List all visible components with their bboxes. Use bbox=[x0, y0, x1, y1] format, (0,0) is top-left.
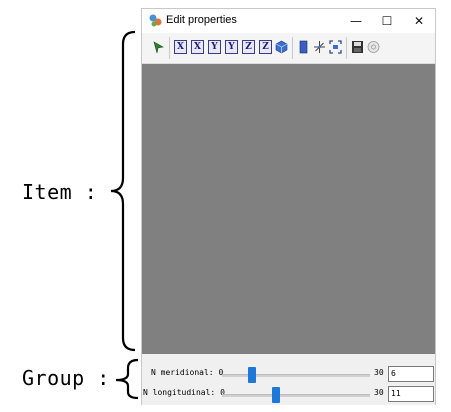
view-x-icon[interactable]: X bbox=[174, 40, 187, 54]
minimize-button[interactable]: — bbox=[340, 9, 372, 33]
view-minus-x-icon[interactable]: X bbox=[191, 40, 204, 54]
longitudinal-label: N longitudinal: 0 bbox=[143, 388, 225, 397]
group-annotation-label: Group : bbox=[22, 366, 110, 390]
view-minus-z-icon[interactable]: Z bbox=[259, 40, 272, 54]
axes-icon[interactable] bbox=[313, 40, 326, 54]
window-title: Edit properties bbox=[166, 14, 237, 26]
longitudinal-max: 30 bbox=[374, 388, 384, 397]
toolbar-separator bbox=[169, 37, 170, 59]
layers-icon[interactable] bbox=[297, 40, 310, 54]
fit-view-icon[interactable] bbox=[329, 40, 342, 54]
meridional-value-field[interactable]: 6 bbox=[388, 366, 434, 382]
longitudinal-row: N longitudinal: 0 30 11 bbox=[142, 386, 435, 404]
meridional-max: 30 bbox=[374, 368, 384, 377]
item-annotation-label: Item : bbox=[22, 180, 98, 204]
view-z-icon[interactable]: Z bbox=[242, 40, 255, 54]
save-icon[interactable] bbox=[351, 40, 364, 54]
isometric-cube-icon[interactable] bbox=[275, 40, 288, 54]
view-minus-y-icon[interactable]: Y bbox=[225, 40, 238, 54]
longitudinal-value-field[interactable]: 11 bbox=[388, 386, 434, 402]
meridional-label: N meridional: 0 bbox=[151, 368, 224, 377]
view-y-icon[interactable]: Y bbox=[208, 40, 221, 54]
group-brace bbox=[115, 358, 139, 400]
edit-properties-window: Edit properties — ☐ ✕ X X Y Y Z Z N meri… bbox=[141, 8, 436, 405]
title-bar: Edit properties — ☐ ✕ bbox=[142, 9, 435, 33]
parameter-group: N meridional: 0 30 6 N longitudinal: 0 3… bbox=[142, 357, 435, 405]
longitudinal-slider-thumb[interactable] bbox=[272, 387, 281, 403]
app-icon bbox=[149, 14, 162, 27]
toolbar-separator bbox=[292, 37, 293, 59]
item-brace bbox=[110, 30, 136, 352]
meridional-slider-thumb[interactable] bbox=[247, 367, 256, 383]
longitudinal-slider[interactable] bbox=[222, 394, 370, 397]
3d-viewport[interactable] bbox=[142, 64, 435, 354]
toolbar: X X Y Y Z Z bbox=[142, 33, 435, 64]
close-button[interactable]: ✕ bbox=[403, 9, 435, 33]
select-arrow-icon[interactable] bbox=[152, 40, 165, 54]
toolbar-separator bbox=[346, 37, 347, 59]
meridional-row: N meridional: 0 30 6 bbox=[142, 366, 435, 384]
settings-disc-icon[interactable] bbox=[367, 40, 380, 54]
maximize-button[interactable]: ☐ bbox=[371, 9, 403, 33]
meridional-slider[interactable] bbox=[222, 374, 370, 377]
